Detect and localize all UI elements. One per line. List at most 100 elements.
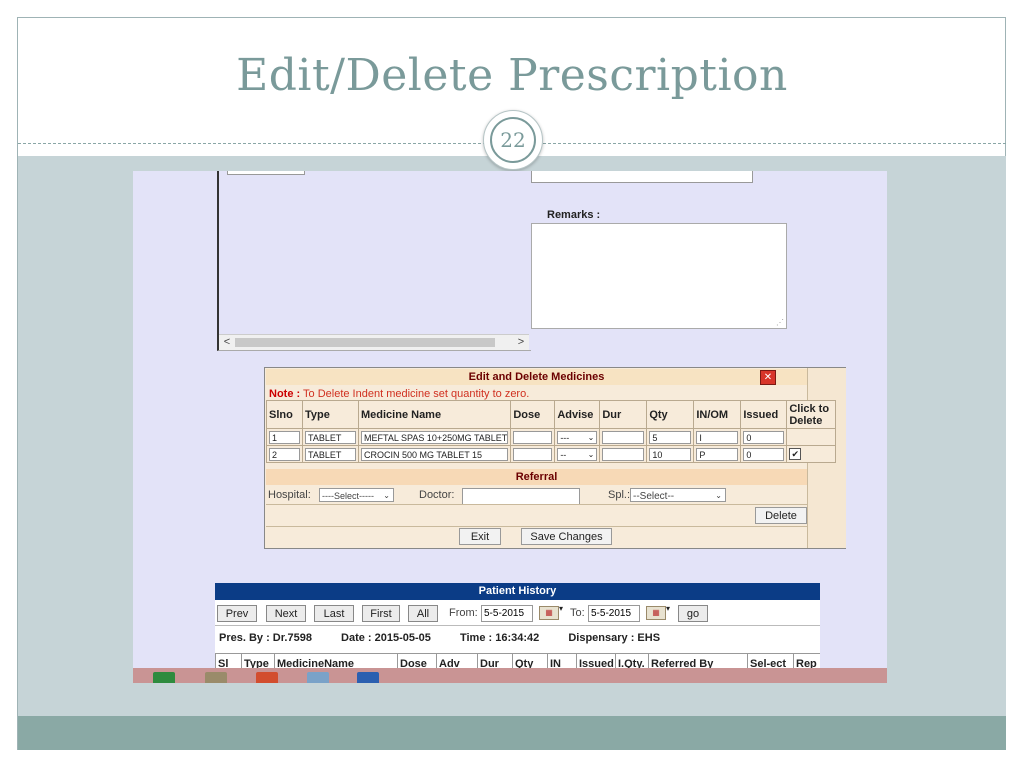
- exit-button[interactable]: Exit: [459, 528, 501, 545]
- first-button[interactable]: First: [362, 605, 400, 622]
- advise-select[interactable]: --- ⌄: [557, 430, 598, 444]
- slno-field[interactable]: 2: [269, 447, 300, 461]
- col-header-in-om: IN/OM: [693, 400, 742, 429]
- qty-field[interactable]: 10: [649, 447, 692, 461]
- app-screenshot: < > Remarks : ⋰ Edit and Delete Medicine…: [133, 171, 887, 683]
- referral-row: Hospital: ----Select----- ⌄ Doctor: Spl.:…: [268, 488, 808, 505]
- prescribed-by: Pres. By : Dr.7598: [219, 632, 312, 644]
- excel-icon[interactable]: [153, 672, 175, 683]
- delete-note: Note : To Delete Indent medicine set qua…: [269, 388, 529, 400]
- medicine-field[interactable]: CROCIN 500 MG TABLET 15: [361, 447, 509, 461]
- word-icon[interactable]: [357, 672, 379, 683]
- medicine-field[interactable]: MEFTAL SPAS 10+250MG TABLET: [361, 430, 509, 444]
- chevron-down-icon[interactable]: ▾: [666, 604, 670, 613]
- qty-field[interactable]: 5: [649, 430, 692, 444]
- slno-field[interactable]: 1: [269, 430, 300, 444]
- spl-value: --Select--: [633, 491, 675, 502]
- in-om-field[interactable]: I: [696, 430, 739, 444]
- scroll-thumb[interactable]: [235, 338, 495, 347]
- prev-button[interactable]: Prev: [217, 605, 257, 622]
- all-button[interactable]: All: [408, 605, 438, 622]
- advise-value: --: [560, 449, 567, 460]
- close-icon[interactable]: ✕: [760, 370, 776, 385]
- page-number-badge: 22: [483, 110, 543, 170]
- note-text: To Delete Indent medicine set quantity t…: [303, 388, 530, 400]
- col-header-dose: Dose: [510, 400, 556, 429]
- powerpoint-icon[interactable]: [256, 672, 278, 683]
- col-header-dur: Dur: [599, 400, 648, 429]
- chevron-down-icon: ⌄: [587, 432, 595, 442]
- chevron-down-icon: ⌄: [587, 449, 595, 459]
- calendar-icon[interactable]: ▦: [646, 606, 666, 620]
- chevron-down-icon[interactable]: ▾: [559, 604, 563, 613]
- divider: [266, 526, 807, 527]
- paint-icon[interactable]: [205, 672, 227, 683]
- prescription-time: Time : 16:34:42: [459, 632, 540, 644]
- doctor-label: Doctor:: [419, 489, 455, 501]
- resize-grip-icon[interactable]: ⋰: [776, 318, 784, 327]
- col-header-medicine: Medicine Name: [357, 400, 512, 429]
- next-button[interactable]: Next: [266, 605, 306, 622]
- scroll-right-icon[interactable]: >: [514, 335, 528, 350]
- page-number: 22: [490, 117, 536, 163]
- taskbar: [133, 668, 887, 683]
- to-label: To:: [570, 607, 585, 619]
- footer-band: [18, 716, 1006, 750]
- col-header-issued: Issued: [740, 400, 788, 429]
- edit-delete-panel: Edit and Delete Medicines ✕ Note : To De…: [264, 367, 846, 549]
- calendar-icon[interactable]: ▦: [539, 606, 559, 620]
- divider: [266, 504, 807, 505]
- remarks-label: Remarks :: [547, 209, 601, 221]
- history-nav: Prev Next Last First All From: 5-5-2015 …: [215, 604, 820, 624]
- in-om-field[interactable]: P: [696, 447, 739, 461]
- patient-history-title: Patient History: [215, 583, 820, 600]
- advise-select[interactable]: -- ⌄: [557, 447, 598, 461]
- hospital-label: Hospital:: [268, 489, 311, 501]
- last-button[interactable]: Last: [314, 605, 354, 622]
- dur-field[interactable]: [602, 430, 645, 444]
- specialty-select[interactable]: --Select-- ⌄: [630, 488, 726, 502]
- col-header-advise: Advise: [554, 400, 601, 429]
- table-row: 2 TABLET CROCIN 500 MG TABLET 15 -- ⌄ 10 …: [266, 445, 837, 463]
- right-top-field: [531, 171, 753, 183]
- from-label: From:: [449, 607, 478, 619]
- type-field[interactable]: TABLET: [305, 447, 356, 461]
- spl-label: Spl.:: [608, 489, 631, 501]
- panel-title: Edit and Delete Medicines: [266, 369, 807, 385]
- from-date-input[interactable]: 5-5-2015: [481, 605, 533, 622]
- divider: [215, 625, 820, 626]
- advise-value: ---: [560, 432, 570, 443]
- prescription-date: Date : 2015-05-05: [341, 632, 431, 644]
- referral-title: Referral: [266, 469, 807, 485]
- note-label: Note :: [269, 388, 301, 400]
- horizontal-scrollbar[interactable]: < >: [219, 334, 529, 350]
- explorer-icon[interactable]: [307, 672, 329, 683]
- issued-field[interactable]: 0: [743, 430, 785, 444]
- hospital-value: ----Select-----: [322, 491, 374, 501]
- col-header-slno: Slno: [266, 400, 303, 429]
- delete-checkbox[interactable]: ✔: [789, 448, 802, 460]
- col-header-delete: Click to Delete: [786, 400, 837, 429]
- issued-field[interactable]: 0: [743, 447, 785, 461]
- doctor-input[interactable]: [462, 488, 580, 505]
- dispensary: Dispensary : EHS: [568, 632, 661, 644]
- dose-field[interactable]: [513, 430, 553, 444]
- chevron-down-icon: ⌄: [383, 491, 390, 500]
- left-top-field[interactable]: [227, 171, 305, 175]
- remarks-textarea[interactable]: ⋰: [531, 223, 787, 329]
- go-button[interactable]: go: [678, 605, 708, 622]
- save-changes-button[interactable]: Save Changes: [521, 528, 612, 545]
- dose-field[interactable]: [513, 447, 553, 461]
- dur-field[interactable]: [602, 447, 645, 461]
- slide-title: Edit/Delete Prescription: [236, 50, 788, 101]
- type-field[interactable]: TABLET: [305, 430, 356, 444]
- col-header-type: Type: [302, 400, 359, 429]
- to-date-input[interactable]: 5-5-2015: [588, 605, 640, 622]
- medicines-table: Slno Type Medicine Name Dose Advise Dur …: [266, 400, 837, 463]
- delete-button[interactable]: Delete: [755, 507, 807, 524]
- scroll-left-icon[interactable]: <: [220, 335, 234, 350]
- hospital-select[interactable]: ----Select----- ⌄: [319, 488, 394, 502]
- table-row: 1 TABLET MEFTAL SPAS 10+250MG TABLET ---…: [266, 428, 837, 446]
- prescription-meta: Pres. By : Dr.7598 Date : 2015-05-05 Tim…: [219, 632, 686, 644]
- chevron-down-icon: ⌄: [715, 491, 722, 500]
